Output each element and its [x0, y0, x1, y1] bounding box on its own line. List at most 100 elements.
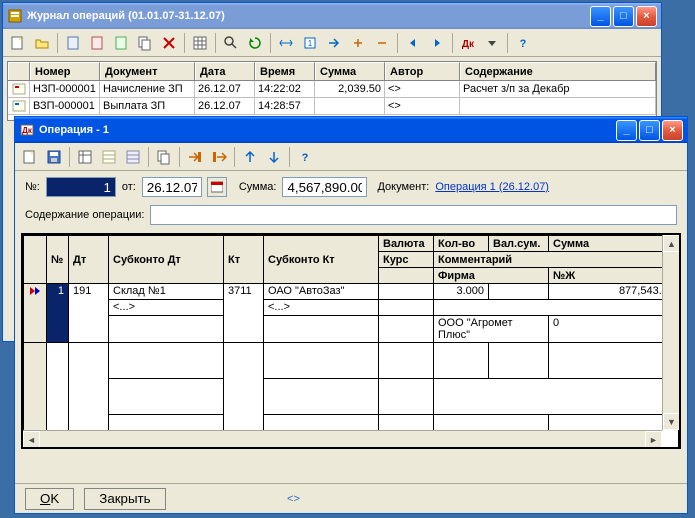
tb-prev-icon[interactable]	[402, 32, 424, 54]
tb-dk-icon[interactable]: Дк	[457, 32, 479, 54]
ok-button[interactable]: OOKK	[25, 488, 74, 510]
cell-subkt1[interactable]: ОАО "АвтоЗаз"	[264, 284, 379, 300]
cell-sum[interactable]: 877,543.00	[549, 284, 679, 300]
col-currency[interactable]: Валюта	[379, 236, 434, 252]
scroll-up-icon[interactable]: ▲	[663, 235, 680, 252]
scroll-right-icon[interactable]: ►	[645, 431, 662, 448]
col-rowicon[interactable]	[24, 236, 47, 284]
tb-out-icon[interactable]	[208, 146, 230, 168]
tb-grid-icon[interactable]	[189, 32, 211, 54]
col-kt[interactable]: Кт	[224, 236, 264, 284]
col-dt[interactable]: Дт	[69, 236, 109, 284]
close-button[interactable]: ×	[662, 120, 683, 141]
col-num[interactable]: Номер	[30, 62, 100, 80]
tb-grid1-icon[interactable]	[74, 146, 96, 168]
cell-num[interactable]: 1	[47, 284, 69, 343]
sum-input[interactable]	[282, 177, 367, 197]
cell-subdt3[interactable]	[109, 316, 224, 343]
cell-subdt1[interactable]: Склад №1	[109, 284, 224, 300]
col-valsum[interactable]: Вал.сум.	[489, 236, 549, 252]
num-input[interactable]	[46, 177, 116, 197]
tb-find-icon[interactable]	[220, 32, 242, 54]
tb-p1-icon[interactable]: 1	[299, 32, 321, 54]
cell-valsum[interactable]	[489, 284, 549, 300]
col-rate[interactable]: Курс	[379, 252, 434, 268]
maximize-button[interactable]: □	[613, 6, 634, 27]
col-sum[interactable]: Сумма	[315, 62, 385, 80]
col-doc[interactable]: Документ	[100, 62, 195, 80]
cell-nzh[interactable]: 0	[549, 316, 679, 343]
calendar-button[interactable]	[207, 177, 227, 197]
close-button[interactable]: ×	[636, 6, 657, 27]
tb-new-icon[interactable]	[7, 32, 29, 54]
grid-data-row-3[interactable]: ООО "Агромет Плюс" 0	[24, 316, 679, 343]
doc-link[interactable]: Операция 1 (26.12.07)	[435, 181, 549, 193]
tb-save-icon[interactable]	[43, 146, 65, 168]
col-blank[interactable]	[379, 268, 434, 284]
col-nzh[interactable]: №Ж	[549, 268, 679, 284]
grid-data-row-1[interactable]: 1 191 Склад №1 3711 ОАО "АвтоЗаз" 3.000 …	[24, 284, 679, 300]
cell-subdt2[interactable]: <...>	[109, 300, 224, 316]
col-num[interactable]: №	[47, 236, 69, 284]
vscrollbar[interactable]: ▲ ▼	[662, 235, 679, 430]
cell-subkt2[interactable]: <...>	[264, 300, 379, 316]
col-firm[interactable]: Фирма	[434, 268, 549, 284]
col-icon[interactable]	[8, 62, 30, 80]
col-comment[interactable]: Комментарий	[434, 252, 679, 268]
col-content[interactable]: Содержание	[460, 62, 656, 80]
cell-subkt3[interactable]	[264, 316, 379, 343]
operation-titlebar[interactable]: Дк Операция - 1 _ □ ×	[15, 117, 687, 143]
tb-help-icon[interactable]: ?	[512, 32, 534, 54]
grid-data-row-2[interactable]: <...> <...>	[24, 300, 679, 316]
tb-next-icon[interactable]	[426, 32, 448, 54]
journal-row[interactable]: НЗП-000001 Начисление ЗП 26.12.07 14:22:…	[8, 81, 656, 98]
tb-col-icon[interactable]	[371, 32, 393, 54]
minimize-button[interactable]: _	[616, 120, 637, 141]
cell-firm[interactable]: ООО "Агромет Плюс"	[434, 316, 549, 343]
col-date[interactable]: Дата	[195, 62, 255, 80]
cell-currency[interactable]	[379, 284, 434, 300]
tb-exp-icon[interactable]	[347, 32, 369, 54]
cell-blank[interactable]	[379, 316, 434, 343]
minimize-button[interactable]: _	[590, 6, 611, 27]
cell-qty[interactable]: 3.000	[434, 284, 489, 300]
journal-titlebar[interactable]: Журнал операций (01.01.07-31.12.07) _ □ …	[3, 3, 661, 29]
tb-up-icon[interactable]	[239, 146, 261, 168]
cell-rate[interactable]	[379, 300, 434, 316]
tb-grid2-icon[interactable]	[98, 146, 120, 168]
tb-doc1-icon[interactable]	[62, 32, 84, 54]
tb-goto-icon[interactable]	[323, 32, 345, 54]
col-author[interactable]: Автор	[385, 62, 460, 80]
close-op-button[interactable]: Закрыть	[84, 488, 165, 510]
scroll-down-icon[interactable]: ▼	[663, 413, 680, 430]
tb-down-icon[interactable]	[263, 146, 285, 168]
col-sum[interactable]: Сумма	[549, 236, 679, 252]
cell-dt[interactable]: 191	[69, 284, 109, 343]
col-subkt[interactable]: Субконто Кт	[264, 236, 379, 284]
tb-new-icon[interactable]	[19, 146, 41, 168]
tb-copy-icon[interactable]	[134, 32, 156, 54]
tb-help-icon[interactable]: ?	[294, 146, 316, 168]
content-input[interactable]	[150, 205, 677, 225]
col-time[interactable]: Время	[255, 62, 315, 80]
tb-in-icon[interactable]	[184, 146, 206, 168]
journal-row[interactable]: ВЗП-000001 Выплата ЗП 26.12.07 14:28:57 …	[8, 98, 656, 115]
tb-refresh-icon[interactable]	[244, 32, 266, 54]
col-qty[interactable]: Кол-во	[434, 236, 489, 252]
maximize-button[interactable]: □	[639, 120, 660, 141]
cell-kt[interactable]: 3711	[224, 284, 264, 343]
tb-doc3-icon[interactable]	[110, 32, 132, 54]
tb-open-icon[interactable]	[31, 32, 53, 54]
grid-empty-row[interactable]	[24, 343, 679, 379]
hscrollbar[interactable]: ◄ ►	[23, 430, 662, 447]
tb-copy-icon[interactable]	[153, 146, 175, 168]
tb-doc2-icon[interactable]	[86, 32, 108, 54]
col-subdt[interactable]: Субконто Дт	[109, 236, 224, 284]
cell-comment[interactable]	[434, 300, 679, 316]
tb-del-icon[interactable]	[158, 32, 180, 54]
scroll-left-icon[interactable]: ◄	[23, 431, 40, 448]
tb-down-icon[interactable]	[481, 32, 503, 54]
date-input[interactable]	[142, 177, 202, 197]
tb-grid3-icon[interactable]	[122, 146, 144, 168]
tb-width-icon[interactable]	[275, 32, 297, 54]
